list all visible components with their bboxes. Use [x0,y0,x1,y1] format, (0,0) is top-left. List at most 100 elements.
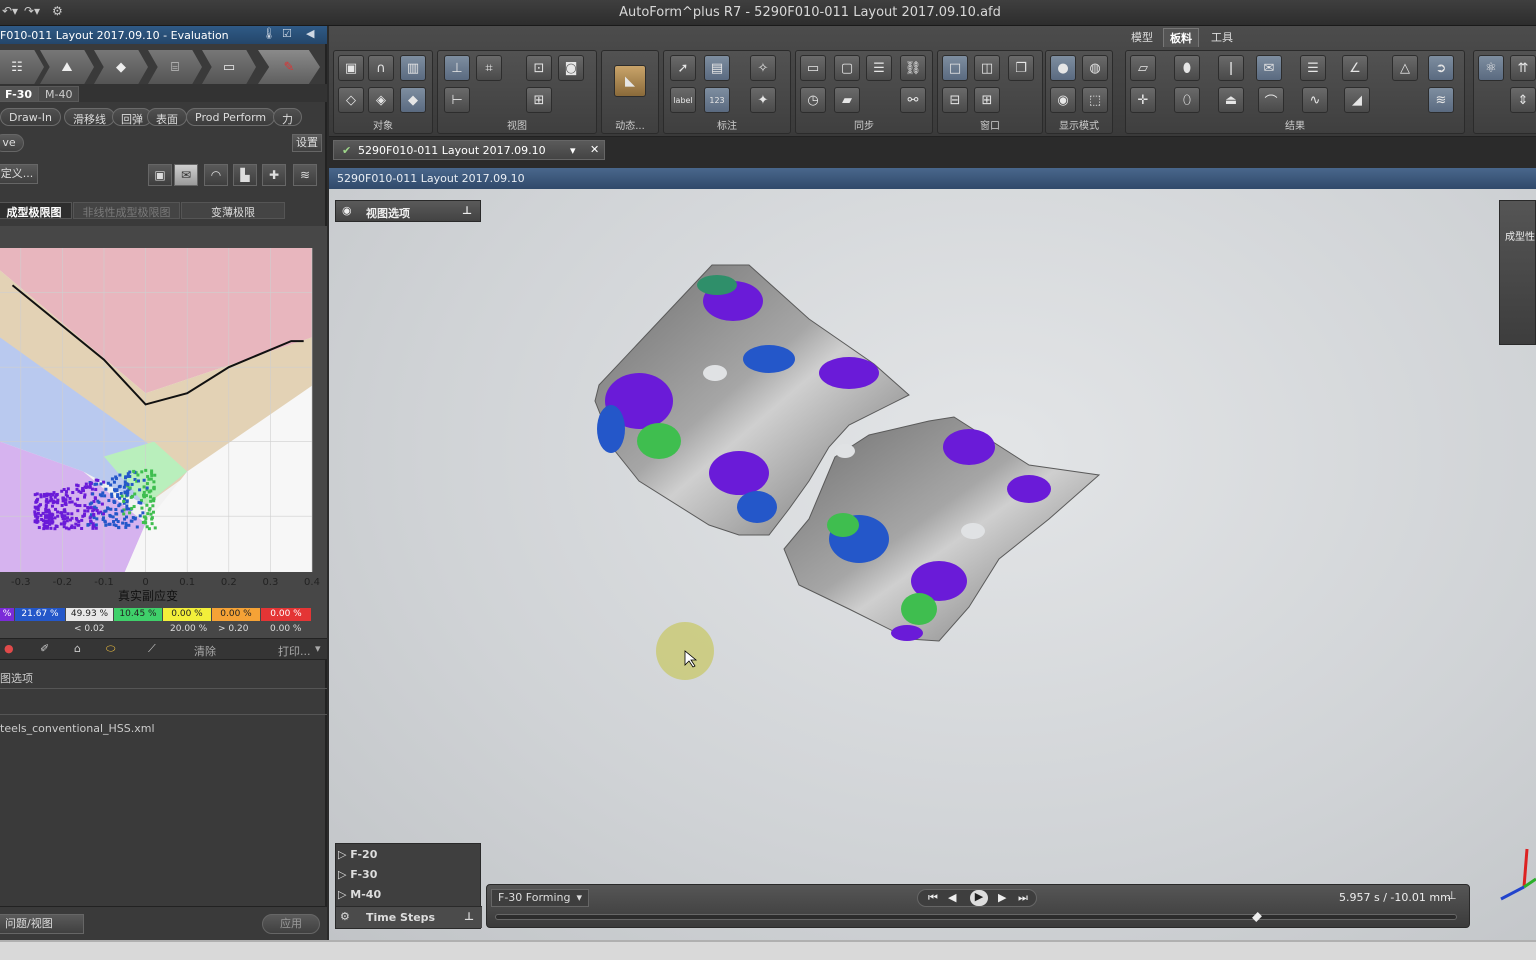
step-item[interactable]: ▷ M-40 [338,888,381,901]
sheet-alt-icon[interactable]: ◈ [368,87,394,113]
app-menu-icon[interactable]: ⚙ [52,4,63,18]
process-step-process[interactable]: ⌸ [148,50,202,84]
line-tool-icon[interactable]: ⟋ [148,642,156,656]
tab-nonlinear-flc[interactable]: 非线性成型极限图 [73,202,180,219]
options-label[interactable]: 图选项 [0,670,33,686]
dotted-box-icon[interactable]: ⬚ [1082,87,1108,113]
link-icon[interactable]: ⛓ [900,55,926,81]
time-slider[interactable] [495,912,1457,922]
sync-label-icon[interactable]: ▢ [834,55,860,81]
sync-camera-icon[interactable]: ▭ [800,55,826,81]
flc-result-icon[interactable]: ✉ [1256,55,1282,81]
lift-icon[interactable]: ⇈ [1510,55,1536,81]
process-step-setup[interactable]: ☷ [0,50,44,84]
tab-f30[interactable]: F-30 [0,86,40,102]
close-tab-icon[interactable]: ✕ [590,143,599,156]
process-step-blank[interactable]: ◆ [94,50,148,84]
shaded-sphere-icon[interactable]: ● [1050,55,1076,81]
pill-springback[interactable]: 回弹 [112,108,152,126]
tab-model[interactable]: 模型 [1125,28,1159,46]
arrow-result-icon[interactable]: ➲ [1428,55,1454,81]
animation-icon[interactable]: ◣ [614,65,646,97]
wand-icon[interactable]: ✧ [750,55,776,81]
molecule-icon[interactable]: ⚛ [1478,55,1504,81]
zoom-box-icon[interactable]: ⌗ [476,55,502,81]
pill-surface[interactable]: 表面 [147,108,187,126]
process-step-tool[interactable]: ⛰ [40,50,94,84]
pill-draw-in[interactable]: Draw-In [0,108,61,126]
define-button[interactable]: 定义... [0,164,38,184]
sheet-selected-icon[interactable]: ◆ [400,87,426,113]
prev-frame-icon[interactable]: ◀ [948,891,956,904]
step-item[interactable]: ▷ F-20 [338,848,377,861]
ellipse-alt-icon[interactable]: ⬯ [1174,87,1200,113]
clock-icon[interactable]: ◷ [800,87,826,113]
step-item[interactable]: ▷ F-30 [338,868,377,881]
apply-button[interactable]: 应用 [262,914,320,934]
frame-icon[interactable]: ⊞ [526,87,552,113]
axes-icon[interactable]: ⊥ [444,55,470,81]
tab-blank[interactable]: 板料 [1163,28,1199,47]
time-steps-header[interactable]: ⚙ Time Steps ⊥ [336,906,482,928]
ellipse-result-icon[interactable]: ⬮ [1174,55,1200,81]
curve-result-icon[interactable]: ⌒ [1258,87,1284,113]
pill-slip-line[interactable]: 滑移线 [64,108,115,126]
pill-prod-perform[interactable]: Prod Perform [186,108,276,126]
crosshair-icon[interactable]: ✛ [1130,87,1156,113]
label-icon[interactable]: label [670,87,696,113]
envelope-icon[interactable]: ✉ [174,164,198,186]
first-frame-icon[interactable]: ⏮ [928,891,938,905]
tab-flc[interactable]: 成型极限图 [0,202,72,219]
tab-dropdown-icon[interactable]: ▾ [570,144,576,157]
thermometer-result-icon[interactable]: ǀ [1218,55,1244,81]
right-side-panel[interactable]: 成型性 [1499,200,1536,345]
sync-surface-icon[interactable]: ▰ [834,87,860,113]
play-icon[interactable]: ▶ [970,890,988,906]
wave-result-icon[interactable]: ∿ [1302,87,1328,113]
pin-icon[interactable]: ⊥ [464,910,474,923]
curve-icon[interactable]: ◠ [204,164,228,186]
unlink-icon[interactable]: ⚯ [900,87,926,113]
box-icon[interactable]: ▣ [148,164,172,186]
wire-sphere-icon[interactable]: ◍ [1082,55,1108,81]
operation-select[interactable]: F-30 Forming ▾ [491,889,589,907]
wave-icon[interactable]: ≋ [293,164,317,186]
ve-button[interactable]: ve [0,134,24,152]
next-frame-icon[interactable]: ▶ [998,891,1006,904]
number-icon[interactable]: 123 [704,87,730,113]
fit-icon[interactable]: ⊡ [526,55,552,81]
print-button[interactable]: 打印... [278,643,311,659]
sheet-icon[interactable]: ◇ [338,87,364,113]
stairs-icon[interactable]: ▙ [233,164,257,186]
press-result-icon[interactable]: ⏏ [1218,87,1244,113]
ruler-icon[interactable]: ▤ [704,55,730,81]
sheet-outline-icon[interactable]: ▱ [1130,55,1156,81]
camera-icon[interactable]: ◙ [558,55,584,81]
document-tab[interactable]: ✔ 5290F010-011 Layout 2017.09.10 ▾ ✕ [333,140,605,160]
settings-button[interactable]: 设置 [292,134,322,152]
triangle-icon[interactable]: △ [1392,55,1418,81]
cursor-icon[interactable]: ➚ [670,55,696,81]
clear-button[interactable]: 清除 [194,643,216,659]
issues-view-button[interactable]: 问题/视图 [0,914,84,934]
textured-sphere-icon[interactable]: ◉ [1050,87,1076,113]
split-horizontal-icon[interactable]: ⊟ [942,87,968,113]
surface-result-icon[interactable]: ◢ [1344,87,1370,113]
thermometer-icon[interactable]: 🌡 [262,27,276,40]
ellipse-icon[interactable]: ⬭ [106,642,115,656]
pin-icon[interactable]: ⊥ [462,204,472,217]
process-step-control[interactable]: ▭ [202,50,256,84]
brush-icon[interactable]: ✐ [40,642,49,655]
arch-icon[interactable]: ∩ [368,55,394,81]
quad-window-icon[interactable]: ⊞ [974,87,1000,113]
redo-icon[interactable]: ↷▾ [24,4,40,18]
tab-m40[interactable]: M-40 [38,86,80,102]
plus-tool-icon[interactable]: ✚ [262,164,286,186]
red-pin-icon[interactable]: ● [4,642,14,655]
solid-icon[interactable]: ▣ [338,55,364,81]
book-icon[interactable]: ▥ [400,55,426,81]
view-axes-icon[interactable]: ⊢ [444,87,470,113]
undo-icon[interactable]: ↶▾ [2,4,18,18]
angle-icon[interactable]: ∠ [1342,55,1368,81]
stack-result-icon[interactable]: ≋ [1428,87,1454,113]
